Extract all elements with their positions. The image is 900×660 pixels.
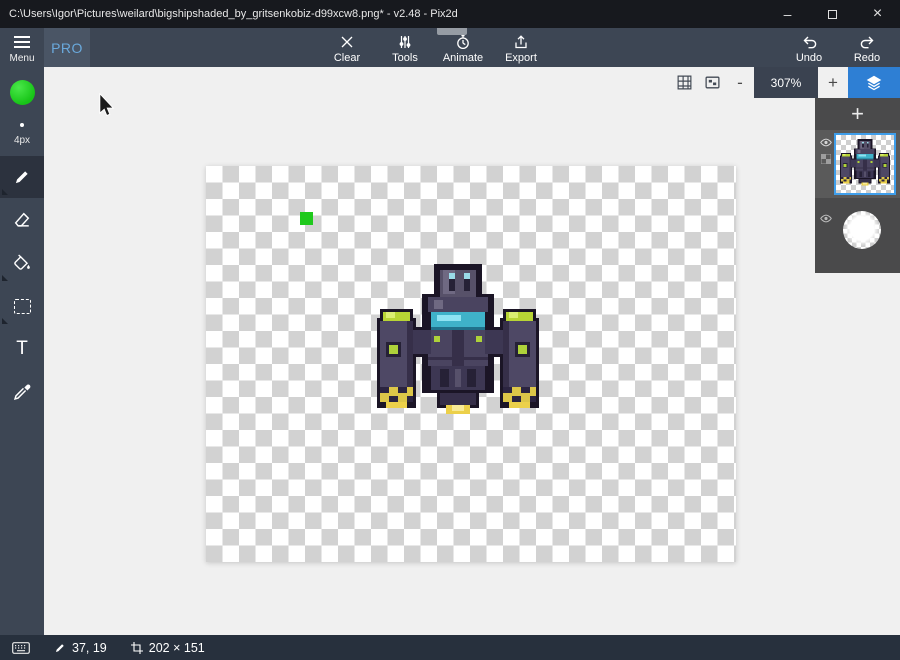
pencil-tool[interactable] [0,156,44,198]
layer-visibility-icon[interactable] [820,138,832,147]
minimize-icon: – [783,6,792,22]
zoom-level[interactable]: 307% [754,67,818,98]
window-controls: – × [765,0,900,28]
mouse-cursor [98,93,115,117]
cursor-position-indicator: 37, 19 [54,641,107,655]
text-tool[interactable]: T [0,328,44,370]
undo-icon [803,36,816,49]
export-label: Export [505,52,537,64]
redo-icon [860,36,873,49]
animate-clock-icon [457,34,469,50]
crop-size-icon [130,641,143,654]
top-toolbar: PRO Clear Tools Animate Export Undo Redo [0,26,900,67]
layer-item[interactable] [815,206,900,252]
plus-icon: + [828,73,838,92]
keyboard-icon [12,641,30,654]
flyout-indicator-icon [2,189,8,195]
layer-thumbnail[interactable] [834,133,896,195]
layer-icons [818,133,834,164]
maximize-icon [828,9,837,19]
layer-item-selected[interactable] [815,130,900,198]
keyboard-toggle-button[interactable] [12,641,30,654]
zoom-in-button[interactable]: + [818,67,848,98]
undo-label: Undo [795,52,823,64]
tools-button[interactable]: Tools [376,28,434,67]
tool-sidebar: Menu 4px T [0,28,44,635]
select-tool[interactable] [0,285,44,327]
layer-icons [818,209,834,223]
zoom-value: 307% [770,75,802,90]
tools-sliders-icon [399,36,411,48]
clear-label: Clear [333,52,361,64]
fill-tool[interactable] [0,242,44,284]
maximize-button[interactable] [810,0,855,28]
layer-thumbnail-sprite [839,139,891,189]
pro-badge[interactable]: PRO [44,28,90,67]
close-button[interactable]: × [855,0,900,28]
tools-label: Tools [392,52,418,64]
minus-icon: - [737,73,743,92]
flyout-indicator-icon [2,318,8,324]
layers-panel: + [815,98,900,273]
export-button[interactable]: Export [492,28,550,67]
add-layer-icon: + [851,101,864,126]
eraser-icon [14,212,30,227]
redo-label: Redo [853,52,881,64]
undo-button[interactable]: Undo [780,28,838,67]
layers-panel-button[interactable] [848,67,900,98]
layers-icon [866,75,882,90]
brush-size-label: 4px [13,135,31,146]
zoom-out-button[interactable]: - [726,67,754,98]
document-size-indicator: 202 × 151 [130,640,205,655]
view-controls: - 307% + [670,67,900,98]
animate-label: Animate [442,52,484,64]
painted-pixel [300,212,313,225]
text-tool-icon: T [16,338,28,359]
pencil-status-icon [55,643,64,652]
eraser-tool[interactable] [0,199,44,241]
minimize-button[interactable]: – [765,0,810,28]
clear-x-icon [341,36,353,48]
eyedropper-icon [13,384,31,401]
add-layer-button[interactable]: + [815,98,900,130]
eyedropper-tool[interactable] [0,371,44,413]
redo-button[interactable]: Redo [838,28,896,67]
primary-color-swatch[interactable] [9,80,35,105]
flyout-indicator-icon [2,275,8,281]
history-actions: Undo Redo [780,28,896,67]
background-toggle-icon [704,76,720,89]
brush-size-control[interactable]: 4px [14,123,30,146]
pix2d-window: C:\Users\Igor\Pictures\weilard\bigshipsh… [0,0,900,660]
titlebar: C:\Users\Igor\Pictures\weilard\bigshipsh… [0,0,900,28]
hamburger-icon [13,32,30,48]
grid-icon [677,75,691,90]
background-toggle-button[interactable] [698,67,726,98]
brush-dot-icon [20,123,24,127]
menu-label: Menu [9,53,35,64]
drawing-canvas[interactable] [206,166,736,562]
status-bar: 37, 19 202 × 151 [0,635,900,660]
grid-toggle-button[interactable] [670,67,698,98]
paint-bucket-icon [14,254,30,270]
pro-label: PRO [51,39,83,56]
window-title: C:\Users\Igor\Pictures\weilard\bigshipsh… [9,8,458,20]
alpha-lock-icon[interactable] [821,154,831,164]
layer-visibility-icon[interactable] [820,214,832,223]
document-size-value: 202 × 151 [148,640,205,655]
toolbar-actions: Clear Tools Animate Export [318,28,550,67]
cursor-position-value: 37, 19 [72,640,107,655]
layer-thumbnail-circle[interactable] [843,211,881,249]
pencil-icon [15,171,28,184]
close-icon: × [872,5,883,22]
marquee-icon [13,298,31,314]
export-share-icon [515,35,527,49]
menu-button[interactable]: Menu [9,32,35,64]
clear-button[interactable]: Clear [318,28,376,67]
animate-button[interactable]: Animate [434,28,492,67]
spaceship-sprite [374,264,542,426]
